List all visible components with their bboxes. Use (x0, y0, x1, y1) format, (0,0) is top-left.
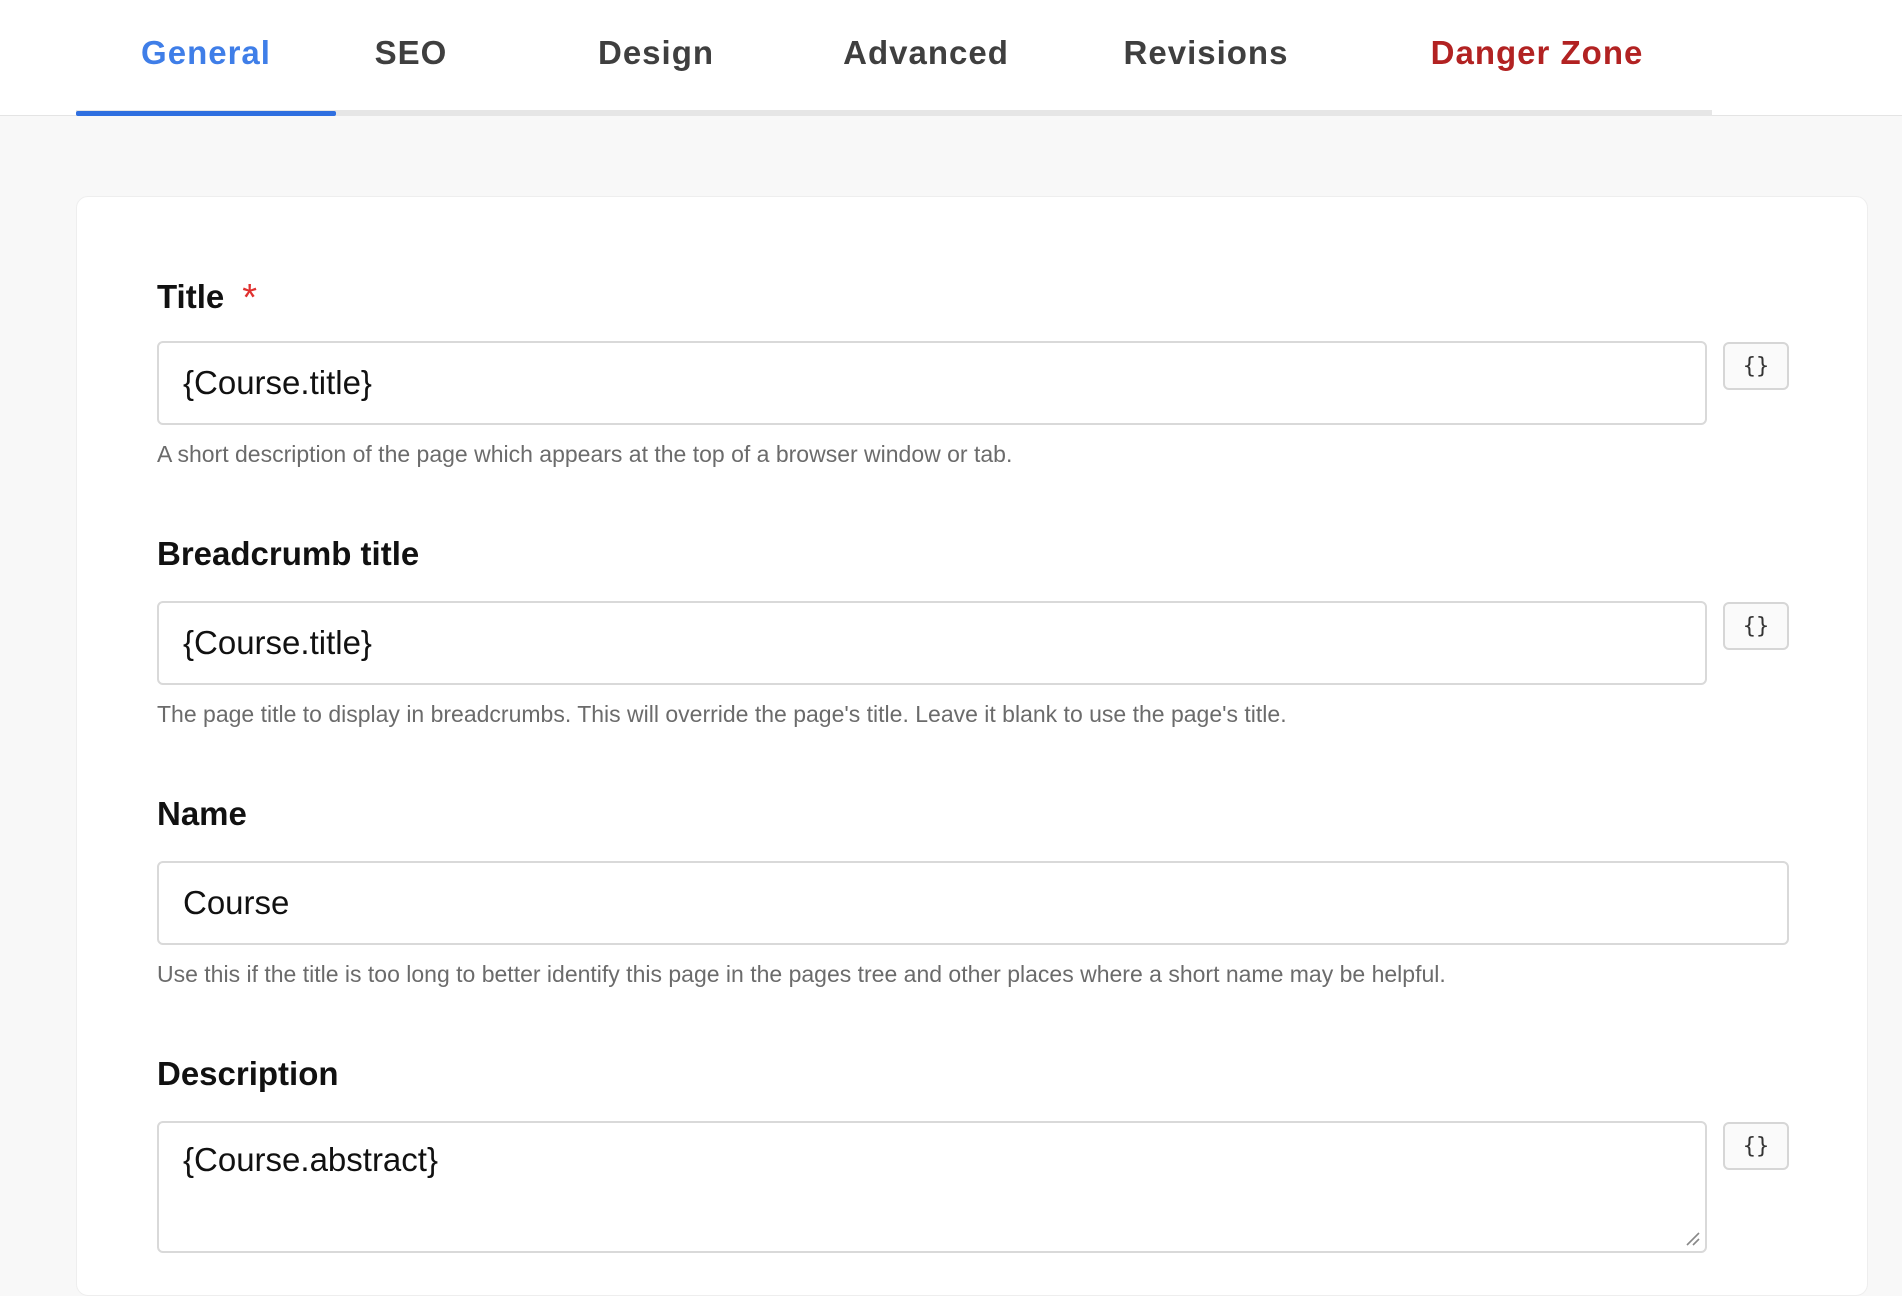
tab-revisions[interactable]: Revisions (1116, 0, 1296, 116)
breadcrumb-title-input[interactable]: {Course.title} (157, 601, 1707, 685)
title-help-text: A short description of the page which ap… (157, 441, 1013, 467)
name-label: Name (157, 795, 247, 832)
tab-seo[interactable]: SEO (356, 0, 466, 116)
description-label: Description (157, 1055, 339, 1092)
tab-danger-zone[interactable]: Danger Zone (1412, 0, 1662, 116)
tab-advanced[interactable]: Advanced (816, 0, 1036, 116)
title-label: Title * (157, 275, 258, 319)
breadcrumb-title-label: Breadcrumb title (157, 535, 420, 572)
name-input[interactable]: Course (157, 861, 1789, 945)
name-help-text: Use this if the title is too long to bet… (157, 961, 1446, 987)
title-input[interactable]: {Course.title} (157, 341, 1707, 425)
resize-handle-icon[interactable] (1683, 1229, 1701, 1247)
insert-variable-button[interactable]: {} (1723, 1122, 1789, 1170)
tab-bar: General SEO Design Advanced Revisions Da… (0, 0, 1902, 116)
breadcrumb-title-help-text: The page title to display in breadcrumbs… (157, 701, 1287, 727)
tabs: General SEO Design Advanced Revisions Da… (76, 0, 1712, 116)
general-settings-card: Title * {Course.title} {} A short descrip… (76, 196, 1868, 1296)
tab-general[interactable]: General (76, 0, 336, 116)
active-tab-indicator (76, 111, 336, 116)
required-icon: * (242, 277, 258, 319)
description-value: {Course.abstract} (183, 1141, 438, 1178)
description-textarea[interactable]: {Course.abstract} (157, 1121, 1707, 1253)
tab-design[interactable]: Design (576, 0, 736, 116)
insert-variable-button[interactable]: {} (1723, 342, 1789, 390)
title-label-text: Title (157, 278, 225, 315)
insert-variable-button[interactable]: {} (1723, 602, 1789, 650)
